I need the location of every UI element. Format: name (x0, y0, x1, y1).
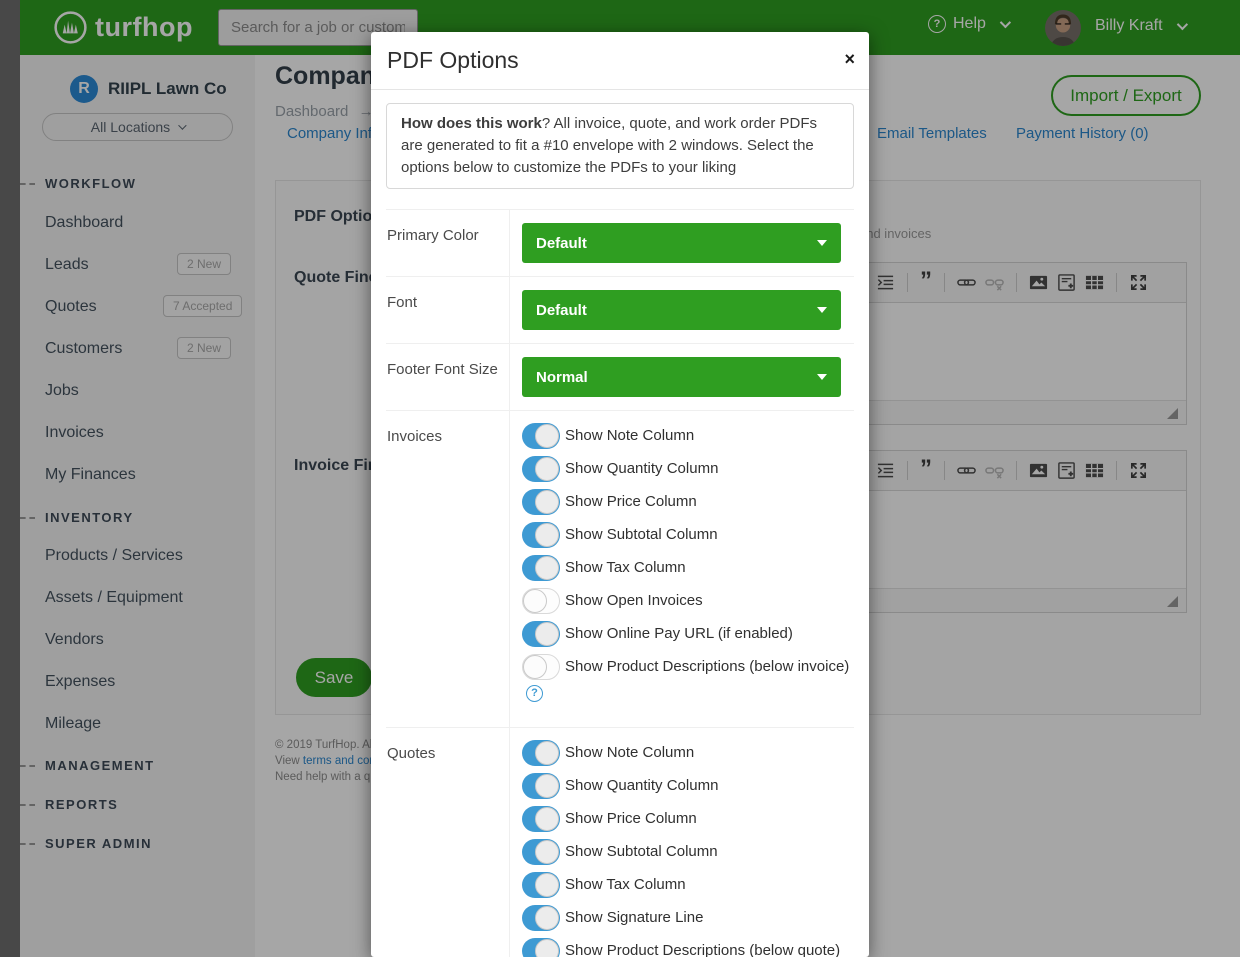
font-value: Default (536, 302, 587, 319)
invoices-label: Invoices (386, 411, 510, 727)
toggle-switch[interactable] (522, 773, 560, 799)
toggle-label: Show Product Descriptions (below quote) (565, 942, 840, 957)
toggle-label: Show Price Column (565, 810, 697, 827)
toggle-show-signature-line: Show Signature Line (522, 905, 852, 931)
toggle-knob (535, 741, 559, 765)
invoices-row: Invoices Show Note Column Show Quantity … (386, 410, 854, 727)
toggle-knob (535, 490, 559, 514)
info-bold: How does this work (401, 115, 542, 132)
toggle-label: Show Online Pay URL (if enabled) (565, 625, 793, 642)
toggle-label: Show Price Column (565, 493, 697, 510)
toggle-switch[interactable] (522, 654, 560, 680)
toggle-knob (535, 873, 559, 897)
toggle-show-tax-column: Show Tax Column (522, 872, 852, 898)
invoices-toggle-list: Show Note Column Show Quantity Column Sh… (522, 411, 852, 727)
toggle-knob (535, 774, 559, 798)
toggle-show-product-descriptions-quote: Show Product Descriptions (below quote) … (522, 938, 852, 957)
toggle-knob (523, 589, 547, 613)
toggle-label: Show Note Column (565, 427, 694, 444)
toggle-label: Show Quantity Column (565, 460, 718, 477)
toggle-switch[interactable] (522, 839, 560, 865)
footer-font-size-row: Footer Font Size Normal (386, 343, 854, 410)
toggle-show-subtotal-column: Show Subtotal Column (522, 522, 852, 548)
toggle-knob (535, 807, 559, 831)
toggle-switch[interactable] (522, 489, 560, 515)
toggle-show-open-invoices: Show Open Invoices (522, 588, 852, 614)
toggle-knob (535, 457, 559, 481)
toggle-knob (535, 622, 559, 646)
modal-header: PDF Options × (371, 32, 869, 90)
quotes-row: Quotes Show Note Column Show Quantity Co… (386, 727, 854, 957)
toggle-show-quantity-column: Show Quantity Column (522, 773, 852, 799)
modal-title: PDF Options (387, 47, 519, 74)
toggle-switch[interactable] (522, 621, 560, 647)
toggle-label: Show Signature Line (565, 909, 703, 926)
toggle-knob (535, 939, 559, 957)
toggle-label: Show Subtotal Column (565, 843, 718, 860)
toggle-switch[interactable] (522, 456, 560, 482)
toggle-knob (535, 556, 559, 580)
toggle-show-tax-column: Show Tax Column (522, 555, 852, 581)
caret-down-icon (817, 307, 827, 313)
font-label: Font (386, 277, 510, 343)
toggle-label: Show Product Descriptions (below invoice… (565, 658, 849, 675)
font-row: Font Default (386, 276, 854, 343)
primary-color-select[interactable]: Default (522, 223, 841, 263)
toggle-knob (523, 655, 547, 679)
close-icon[interactable]: × (844, 50, 855, 68)
toggle-knob (535, 906, 559, 930)
caret-down-icon (817, 240, 827, 246)
primary-color-value: Default (536, 235, 587, 252)
toggle-show-quantity-column: Show Quantity Column (522, 456, 852, 482)
footer-font-size-value: Normal (536, 369, 588, 386)
quotes-label: Quotes (386, 728, 510, 957)
quotes-toggle-list: Show Note Column Show Quantity Column Sh… (522, 728, 852, 957)
toggle-switch[interactable] (522, 872, 560, 898)
toggle-show-product-descriptions-invoice: Show Product Descriptions (below invoice… (522, 654, 852, 706)
toggle-knob (535, 424, 559, 448)
font-select[interactable]: Default (522, 290, 841, 330)
toggle-show-online-pay-url: Show Online Pay URL (if enabled) (522, 621, 852, 647)
toggle-switch[interactable] (522, 522, 560, 548)
toggle-switch[interactable] (522, 740, 560, 766)
toggle-show-note-column: Show Note Column (522, 740, 852, 766)
info-box: How does this work? All invoice, quote, … (386, 103, 854, 189)
toggle-knob (535, 523, 559, 547)
toggle-show-subtotal-column: Show Subtotal Column (522, 839, 852, 865)
toggle-show-note-column: Show Note Column (522, 423, 852, 449)
pdf-options-modal: PDF Options × How does this work? All in… (371, 32, 869, 957)
toggle-show-price-column: Show Price Column (522, 489, 852, 515)
toggle-label: Show Note Column (565, 744, 694, 761)
caret-down-icon (817, 374, 827, 380)
options-table: Primary Color Default Font Default (386, 209, 854, 957)
primary-color-label: Primary Color (386, 210, 510, 276)
toggle-label: Show Subtotal Column (565, 526, 718, 543)
help-question-icon[interactable]: ? (526, 685, 543, 702)
footer-font-size-select[interactable]: Normal (522, 357, 841, 397)
toggle-switch[interactable] (522, 555, 560, 581)
toggle-switch[interactable] (522, 806, 560, 832)
footer-font-size-label: Footer Font Size (386, 344, 510, 410)
toggle-label: Show Tax Column (565, 559, 686, 576)
toggle-label: Show Open Invoices (565, 592, 703, 609)
toggle-knob (535, 840, 559, 864)
toggle-switch[interactable] (522, 423, 560, 449)
primary-color-row: Primary Color Default (386, 209, 854, 276)
toggle-switch[interactable] (522, 938, 560, 957)
toggle-show-price-column: Show Price Column (522, 806, 852, 832)
toggle-label: Show Tax Column (565, 876, 686, 893)
toggle-label: Show Quantity Column (565, 777, 718, 794)
toggle-switch[interactable] (522, 905, 560, 931)
modal-body: How does this work? All invoice, quote, … (371, 90, 869, 957)
toggle-switch[interactable] (522, 588, 560, 614)
app-root: turfhop ? Help Billy Kraft R RIIPL Lawn … (0, 0, 1240, 957)
